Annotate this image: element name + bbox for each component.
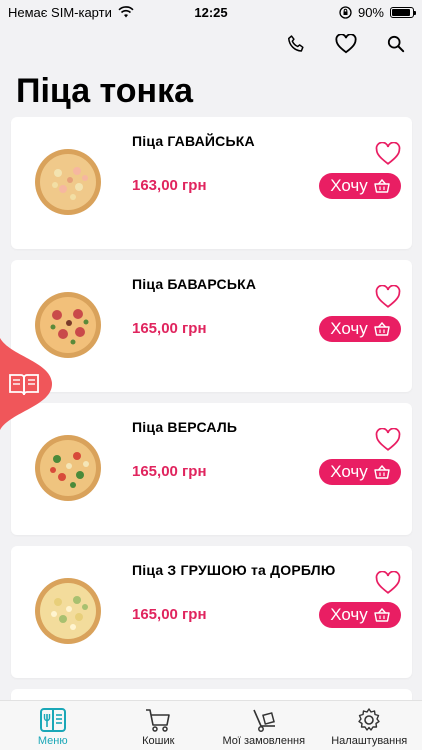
pizza-image: [35, 149, 101, 215]
heart-icon: [335, 34, 357, 54]
call-button[interactable]: [282, 30, 310, 58]
bottom-nav: Меню Кошик Мої замовлення Налаштування: [0, 700, 422, 750]
carrier-label: Немає SIM-карти: [8, 4, 112, 20]
gear-icon: [358, 708, 380, 731]
nav-label: Меню: [37, 735, 68, 747]
page-title: Піца тонка: [16, 72, 193, 110]
nav-item-menu[interactable]: Меню: [5, 707, 100, 747]
battery-fill: [392, 8, 410, 16]
nav-item-orders[interactable]: Мої замовлення: [216, 707, 311, 747]
nav-label: Мої замовлення: [222, 735, 306, 747]
status-left: Немає SIM-карти: [8, 5, 134, 20]
want-button-label: Хочу: [330, 605, 368, 624]
battery-icon: [390, 6, 416, 18]
nav-label: Налаштування: [331, 735, 408, 747]
pizza-image: [35, 578, 101, 644]
phone-icon: [288, 35, 304, 52]
nav-item-cart[interactable]: Кошик: [111, 707, 206, 747]
orientation-lock-icon: [339, 5, 352, 19]
cart-icon: [146, 709, 171, 732]
wifi-icon: [118, 6, 134, 18]
nav-item-settings[interactable]: Налаштування: [322, 707, 417, 747]
product-price: 163,00 грн: [132, 177, 207, 194]
product-name: Піца БАВАРСЬКА: [132, 276, 257, 292]
hand-truck-icon: [253, 709, 275, 732]
want-button-label: Хочу: [330, 176, 368, 195]
product-card[interactable]: Піца ВЕРСАЛЬ 165,00 грн Хочу: [11, 403, 412, 535]
favorite-heart-icon[interactable]: [375, 571, 401, 595]
want-button[interactable]: Хочу: [319, 173, 401, 199]
product-name: Піца ВЕРСАЛЬ: [132, 419, 238, 435]
battery-percent: 90%: [357, 4, 384, 20]
status-bar: Немає SIM-карти 12:25 90%: [0, 0, 422, 24]
favorites-button[interactable]: [332, 30, 360, 58]
product-list: Піца ГАВАЙСЬКА 163,00 грн Хочу Піца БАВА…: [11, 117, 412, 718]
basket-icon: [374, 322, 390, 336]
favorite-heart-icon[interactable]: [375, 285, 401, 309]
favorite-heart-icon[interactable]: [375, 142, 401, 166]
want-button[interactable]: Хочу: [319, 602, 401, 628]
product-name: Піца З ГРУШОЮ та ДОРБЛЮ: [132, 562, 336, 578]
search-button[interactable]: [382, 30, 410, 58]
search-icon: [387, 35, 405, 53]
product-card[interactable]: Піца БАВАРСЬКА 165,00 грн Хочу: [11, 260, 412, 392]
product-card[interactable]: Піца З ГРУШОЮ та ДОРБЛЮ 165,00 грн Хочу: [11, 546, 412, 678]
pizza-image: [35, 435, 101, 501]
product-price: 165,00 грн: [132, 463, 207, 480]
nav-label: Кошик: [142, 735, 175, 747]
catalog-side-tab[interactable]: [0, 338, 52, 430]
product-price: 165,00 грн: [132, 320, 207, 337]
want-button[interactable]: Хочу: [319, 316, 401, 342]
want-button-label: Хочу: [330, 319, 368, 338]
menu-book-icon: [39, 708, 66, 732]
basket-icon: [374, 179, 390, 193]
want-button-label: Хочу: [330, 462, 368, 481]
favorite-heart-icon[interactable]: [375, 428, 401, 452]
want-button[interactable]: Хочу: [319, 459, 401, 485]
product-card[interactable]: Піца ГАВАЙСЬКА 163,00 грн Хочу: [11, 117, 412, 249]
basket-icon: [374, 465, 390, 479]
status-right: 90%: [339, 4, 416, 20]
product-name: Піца ГАВАЙСЬКА: [132, 133, 255, 149]
basket-icon: [374, 608, 390, 622]
product-price: 165,00 грн: [132, 606, 207, 623]
header-actions: [282, 30, 410, 58]
